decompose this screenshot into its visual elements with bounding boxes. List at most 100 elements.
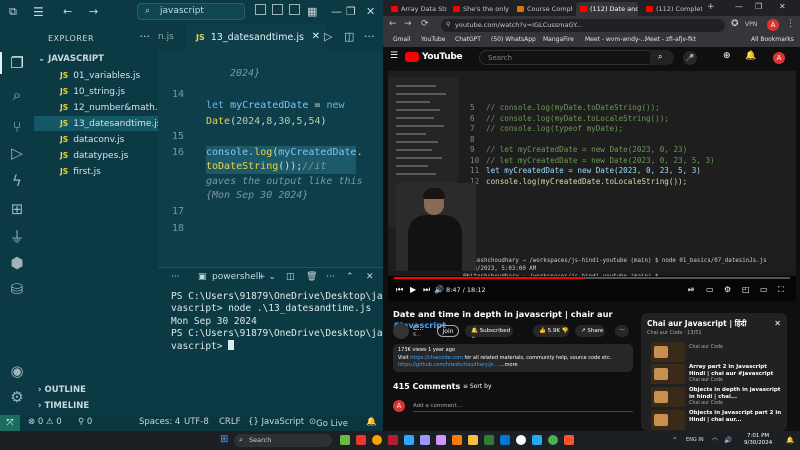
browser-tab[interactable]: (112) Complete C...: [642, 2, 702, 16]
python-icon[interactable]: ⬢: [8, 254, 26, 272]
playlist-item[interactable]: Array part 2 in Javascript Hindi | chai …: [645, 363, 785, 385]
close-tab-icon[interactable]: ✕: [312, 31, 320, 42]
notion-icon[interactable]: [516, 435, 526, 445]
split-editor-icon[interactable]: ◫: [344, 30, 354, 43]
fullscreen-icon[interactable]: ⛶: [778, 285, 784, 295]
back-arrow-icon[interactable]: ←: [389, 19, 397, 29]
bookmark-meet-1[interactable]: Meet - wvm-wndy-...: [585, 36, 646, 43]
browser-tab-active[interactable]: (112) Date and ...: [576, 2, 638, 16]
browser-tab[interactable]: She's the only hu...: [449, 2, 509, 16]
ai-app-icon[interactable]: [372, 435, 382, 445]
youtube-search-input[interactable]: Search: [479, 50, 669, 65]
file-item[interactable]: JS 01_variables.js: [34, 68, 158, 83]
close-icon[interactable]: ✕: [366, 5, 375, 18]
tab-active[interactable]: JS 13_datesandtime.js ✕: [186, 24, 326, 50]
close-panel-icon[interactable]: ✕: [366, 272, 374, 282]
playlist-item[interactable]: Objects in Javascript part 2 in Hindi | …: [645, 409, 785, 431]
files-icon[interactable]: ❐: [8, 54, 26, 72]
more-actions-icon[interactable]: ···: [364, 30, 375, 43]
live-share-icon[interactable]: ϟ: [8, 172, 26, 190]
video-description[interactable]: 173K views 1 year ago Visit https://chai…: [393, 344, 633, 372]
brave-icon[interactable]: [564, 435, 574, 445]
run-icon[interactable]: ▷: [324, 30, 332, 43]
channel-name[interactable]: C...: [413, 324, 424, 332]
next-icon[interactable]: ⏭: [423, 285, 430, 295]
notifications-bell-icon[interactable]: 🔔: [366, 417, 377, 427]
create-video-icon[interactable]: ⊕: [723, 51, 731, 61]
ellipsis-icon[interactable]: ···: [140, 30, 151, 43]
start-windows-icon[interactable]: ⊞: [220, 434, 228, 445]
extension-icon[interactable]: ✪: [731, 19, 739, 29]
outlook-icon[interactable]: [500, 435, 510, 445]
sort-by-button[interactable]: ≡ Sort by: [463, 383, 492, 390]
workspace-folder[interactable]: ⌄ JAVASCRIPT: [38, 54, 104, 64]
file-item[interactable]: JS datatypes.js: [34, 148, 158, 163]
forward-arrow-icon[interactable]: →: [89, 5, 98, 18]
settings-gear-icon[interactable]: ⚙: [8, 388, 26, 406]
theater-mode-icon[interactable]: ▭: [760, 285, 768, 294]
more-options-button[interactable]: ···: [615, 325, 629, 337]
miniplayer-icon[interactable]: ◰: [742, 285, 750, 294]
run-debug-icon[interactable]: ▷: [8, 144, 26, 162]
playlist-item[interactable]: Objects in depth in javascript in hindi …: [645, 386, 785, 408]
play-icon[interactable]: ▶: [410, 285, 416, 294]
app-icon[interactable]: [356, 435, 366, 445]
remote-indicator-icon[interactable]: ⤧: [0, 415, 20, 431]
menu-icon[interactable]: ☰: [33, 5, 44, 19]
close-playlist-icon[interactable]: ✕: [774, 319, 781, 328]
taskbar-search[interactable]: ⌕ Search: [234, 434, 332, 447]
like-dislike-button[interactable]: 👍 5.9K 👎: [533, 325, 569, 337]
address-bar[interactable]: ⚲ youtube.com/watch?v=IGLCussmaGY...: [441, 19, 725, 32]
trash-icon[interactable]: 🗑: [306, 272, 317, 282]
file-item[interactable]: JS dataconv.js: [34, 132, 158, 147]
toggle-secondary-sidebar-icon[interactable]: [289, 4, 300, 15]
video-player[interactable]: 5 6 7 8 9 10 11 12 // console.log(myDate…: [388, 71, 796, 301]
ellipsis-icon[interactable]: ···: [171, 272, 180, 282]
channel-avatar[interactable]: [393, 323, 409, 339]
notification-center-icon[interactable]: 🔔: [786, 436, 794, 444]
back-arrow-icon[interactable]: ←: [63, 5, 72, 18]
bookmark-chatgpt[interactable]: ChatGPT: [455, 36, 481, 43]
tab-previous[interactable]: n.js: [158, 24, 186, 50]
bookmark-meet-2[interactable]: Meet - zfi-afjv-fkt: [645, 36, 696, 43]
restore-icon[interactable]: ❐: [755, 2, 762, 11]
chrome-taskbar-icon[interactable]: [548, 435, 558, 445]
file-item[interactable]: JS first.js: [34, 164, 158, 179]
file-item[interactable]: JS 12_number&math...: [34, 100, 158, 115]
terminal-name[interactable]: powershell: [212, 272, 261, 282]
file-item[interactable]: JS 10_string.js: [34, 84, 158, 99]
bookmark-mangafire[interactable]: MangaFire: [543, 36, 574, 43]
layout-icon[interactable]: ▦: [307, 5, 317, 18]
all-bookmarks[interactable]: All Bookmarks: [751, 36, 794, 43]
code-editor[interactable]: n.js JS 13_datesandtime.js ✕ ▷ ◫ ··· 2024…: [158, 24, 383, 267]
description-link[interactable]: https://chaicode.com: [410, 355, 463, 361]
youtube-search-button[interactable]: ⌕: [650, 50, 674, 65]
speaker-icon[interactable]: 🔊: [724, 436, 732, 444]
bookmark-icon[interactable]: ⛁: [8, 280, 26, 298]
hamburger-menu-icon[interactable]: ☰: [390, 51, 398, 61]
minimize-icon[interactable]: —: [331, 5, 342, 18]
bookmark-whatsapp[interactable]: (50) WhatsApp: [491, 36, 536, 43]
browser-tab[interactable]: Array Data Structu...: [387, 2, 447, 16]
terminal-panel[interactable]: ··· ▣ powershell + ⌄ ◫ 🗑 ··· ⌃ ✕ PS C:\U…: [158, 267, 383, 415]
vpn-badge[interactable]: VPN: [745, 21, 757, 28]
restore-icon[interactable]: ❐: [346, 5, 356, 18]
command-search-input[interactable]: ⌕ javascript: [137, 3, 245, 20]
eol-indicator[interactable]: CRLF: [219, 417, 240, 427]
join-button[interactable]: Join: [437, 325, 459, 337]
after-effects-icon[interactable]: [436, 435, 446, 445]
youtube-logo-text[interactable]: YouTube: [422, 52, 463, 62]
maximize-panel-icon[interactable]: ⌃: [346, 272, 354, 282]
photoshop-icon[interactable]: [404, 435, 414, 445]
kebab-menu-icon[interactable]: ⋮: [786, 19, 795, 29]
vscode-taskbar-icon[interactable]: [532, 435, 542, 445]
browser-tab[interactable]: Course Completi...: [513, 2, 573, 16]
description-link[interactable]: https://github.com/hiteshchoudhary/js...: [398, 362, 498, 368]
split-terminal-icon[interactable]: ◫: [286, 272, 295, 282]
file-explorer-icon[interactable]: [468, 435, 478, 445]
remote-icon[interactable]: ⏚: [8, 228, 26, 246]
widgets-icon[interactable]: [340, 435, 350, 445]
playlist-item[interactable]: Chai aur Code: [645, 341, 785, 363]
share-button[interactable]: ↗ Share: [575, 325, 605, 337]
ports-indicator[interactable]: ⚲ 0: [78, 417, 92, 427]
